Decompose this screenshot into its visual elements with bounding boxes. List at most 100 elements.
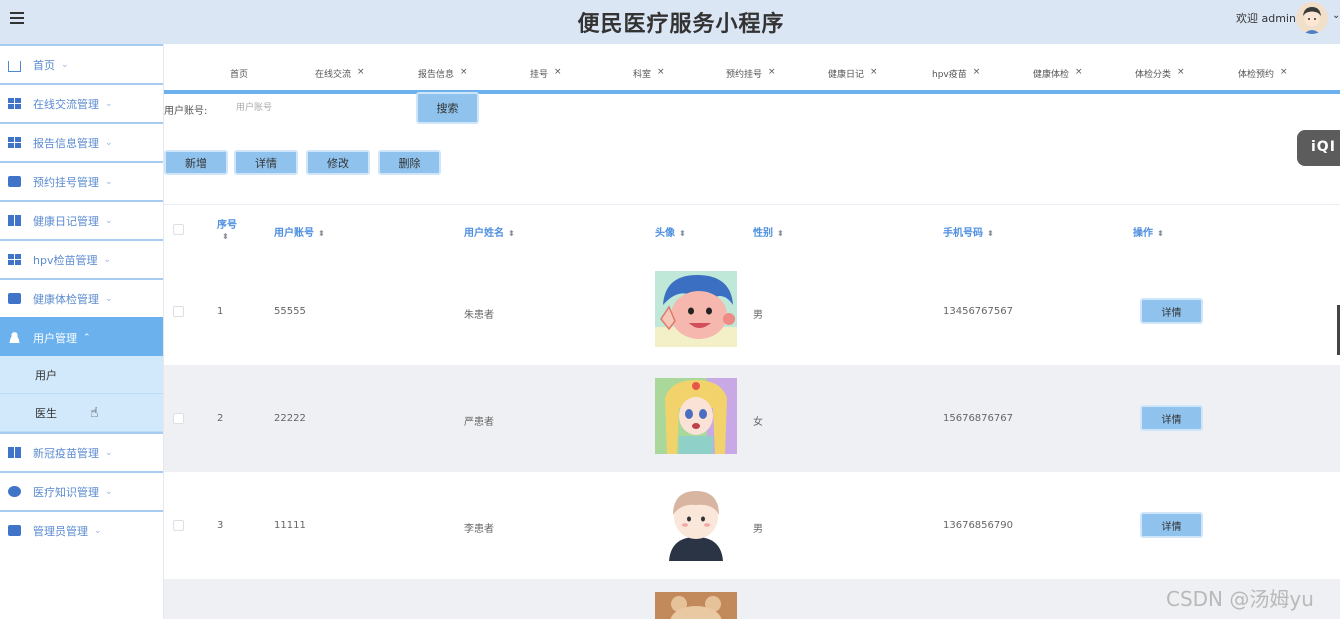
chevron-down-icon[interactable]: ⌄: [1332, 10, 1340, 21]
cell-index: 2: [217, 413, 224, 424]
cell-phone: 13456767567: [943, 306, 1013, 317]
sidebar-item-label: 用户管理: [33, 331, 77, 345]
table-row: 2 22222 严患者 女 15676876767 详情: [164, 365, 1340, 472]
close-icon[interactable]: ×: [357, 67, 365, 77]
tab-bar: 首页 在线交流 × 报告信息 × 挂号 × 科室 × 预约挂号 × 健康日记 × hpv疫苗…: [164, 44, 1340, 94]
chevron-down-icon: ⌄: [105, 98, 113, 109]
avatar-image: [655, 592, 737, 619]
sort-icon[interactable]: ⬍: [1157, 229, 1164, 238]
sidebar-item-knowledge[interactable]: 医疗知识管理 ⌄: [0, 471, 163, 510]
cell-gender: 女: [753, 417, 763, 428]
sidebar-item-report[interactable]: 报告信息管理 ⌄: [0, 122, 163, 161]
select-all-checkbox[interactable]: [173, 224, 184, 235]
close-icon[interactable]: ×: [554, 67, 562, 77]
grid-icon: [8, 447, 21, 458]
cell-name: 严患者: [464, 417, 494, 428]
sidebar-item-vaccine[interactable]: 新冠疫苗管理 ⌄: [0, 432, 163, 471]
sort-icon[interactable]: ⬍: [508, 229, 515, 238]
sidebar-subitem-user[interactable]: 用户: [0, 356, 163, 394]
tab-checkup-category[interactable]: 体检分类 ×: [1135, 67, 1185, 80]
tab-department[interactable]: 科室 ×: [633, 67, 665, 80]
cell-name: 李患者: [464, 524, 494, 535]
sidebar-item-appointment[interactable]: 预约挂号管理 ⌄: [0, 161, 163, 200]
chevron-up-icon: ⌃: [83, 332, 91, 343]
header-account[interactable]: 用户账号 ⬍: [274, 224, 325, 239]
chevron-down-icon: ⌄: [105, 176, 113, 187]
sidebar-item-hpv[interactable]: hpv检苗管理 ⌄: [0, 239, 163, 278]
header-ops[interactable]: 操作 ⬍: [1133, 224, 1164, 239]
sort-icon[interactable]: ⬍: [679, 229, 686, 238]
close-icon[interactable]: ×: [1075, 67, 1083, 77]
sidebar-item-label: 新冠疫苗管理: [33, 446, 99, 460]
cell-account: 11111: [274, 520, 306, 531]
tab-appointment[interactable]: 预约挂号 ×: [726, 67, 776, 80]
header-index[interactable]: 序号 ⬍: [217, 216, 237, 242]
row-detail-button[interactable]: 详情: [1140, 512, 1203, 538]
close-icon[interactable]: ×: [973, 67, 981, 77]
floating-badge[interactable]: iQI: [1297, 130, 1340, 166]
sidebar-item-label: 医疗知识管理: [33, 485, 99, 499]
sort-icon[interactable]: ⬍: [318, 229, 325, 238]
row-detail-button[interactable]: 详情: [1140, 298, 1203, 324]
sidebar-item-diary[interactable]: 健康日记管理 ⌄: [0, 200, 163, 239]
header-avatar[interactable]: 头像 ⬍: [655, 224, 686, 239]
grid-icon: [8, 98, 21, 109]
row-checkbox[interactable]: [173, 306, 184, 317]
close-icon[interactable]: ×: [460, 67, 468, 77]
cell-gender: 男: [753, 310, 763, 321]
row-checkbox[interactable]: [173, 520, 184, 531]
chevron-down-icon: ⌄: [105, 215, 113, 226]
tab-checkup-booking[interactable]: 体检预约 ×: [1238, 67, 1288, 80]
cell-index: 1: [217, 306, 224, 317]
table-row: [164, 579, 1340, 619]
close-icon[interactable]: ×: [870, 67, 878, 77]
tab-diary[interactable]: 健康日记 ×: [828, 67, 878, 80]
cell-index: 3: [217, 520, 224, 531]
sidebar-item-users[interactable]: 用户管理 ⌃: [0, 317, 163, 356]
sidebar-item-home[interactable]: 首页 ⌄: [0, 44, 163, 83]
tab-checkup[interactable]: 健康体检 ×: [1033, 67, 1083, 80]
sort-icon[interactable]: ⬍: [777, 229, 784, 238]
sidebar: 首页 ⌄ 在线交流管理 ⌄ 报告信息管理 ⌄ 预约挂号管理 ⌄ 健康日记管理 ⌄…: [0, 44, 164, 619]
delete-button[interactable]: 删除: [378, 150, 441, 175]
cell-account: 55555: [274, 306, 306, 317]
row-detail-button[interactable]: 详情: [1140, 405, 1203, 431]
sidebar-item-label: 预约挂号管理: [33, 175, 99, 189]
welcome-text: 欢迎 admin: [1236, 12, 1296, 25]
user-avatar-icon[interactable]: [1296, 2, 1328, 34]
tab-chat[interactable]: 在线交流 ×: [315, 67, 365, 80]
add-button[interactable]: 新增: [164, 150, 228, 175]
tab-report[interactable]: 报告信息 ×: [418, 67, 468, 80]
search-button[interactable]: 搜索: [416, 92, 479, 124]
tab-register[interactable]: 挂号 ×: [530, 67, 562, 80]
table-top-border: [164, 204, 1340, 205]
sidebar-item-checkup[interactable]: 健康体检管理 ⌄: [0, 278, 163, 317]
edit-button[interactable]: 修改: [306, 150, 370, 175]
sidebar-subitem-doctor[interactable]: 医生: [0, 394, 163, 432]
close-icon[interactable]: ×: [657, 67, 665, 77]
sort-icon[interactable]: ⬍: [222, 232, 229, 241]
sidebar-item-chat[interactable]: 在线交流管理 ⌄: [0, 83, 163, 122]
cell-gender: 男: [753, 524, 763, 535]
row-checkbox[interactable]: [173, 413, 184, 424]
detail-button[interactable]: 详情: [234, 150, 298, 175]
sidebar-item-label: hpv检苗管理: [33, 253, 98, 267]
grid-icon: [8, 254, 21, 265]
search-input[interactable]: [228, 96, 408, 120]
header-gender[interactable]: 性别 ⬍: [753, 224, 784, 239]
tab-home[interactable]: 首页: [230, 67, 248, 80]
chevron-down-icon: ⌄: [105, 293, 113, 304]
close-icon[interactable]: ×: [1280, 67, 1288, 77]
sort-icon[interactable]: ⬍: [987, 229, 994, 238]
header-phone[interactable]: 手机号码 ⬍: [943, 224, 994, 239]
tab-hpv[interactable]: hpv疫苗 ×: [932, 67, 980, 80]
close-icon[interactable]: ×: [1177, 67, 1185, 77]
sidebar-item-label: 报告信息管理: [33, 136, 99, 150]
pointer-cursor-icon: ☝: [90, 405, 99, 421]
watermark-text: CSDN @汤姆yu: [1166, 587, 1314, 611]
sidebar-item-admin[interactable]: 管理员管理 ⌄: [0, 510, 163, 549]
chevron-down-icon: ⌄: [105, 137, 113, 148]
table-row: 3 11111 李患者 男 13676856790 详情: [164, 472, 1340, 579]
close-icon[interactable]: ×: [768, 67, 776, 77]
header-name[interactable]: 用户姓名 ⬍: [464, 224, 515, 239]
